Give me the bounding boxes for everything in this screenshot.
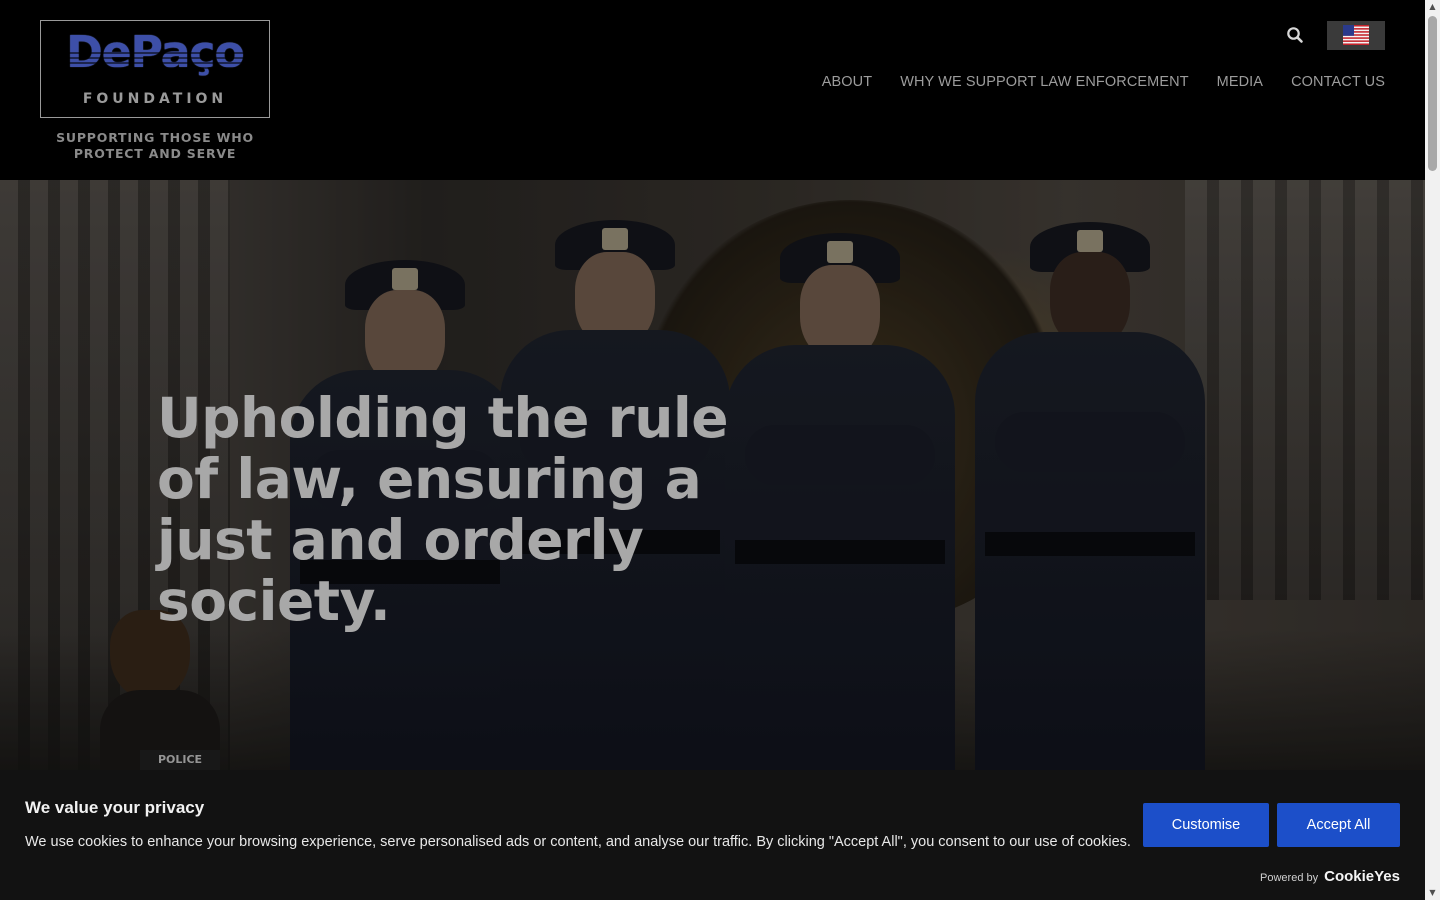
search-icon[interactable] (1284, 24, 1306, 46)
logo[interactable]: DePaço FOUNDATION (40, 20, 270, 118)
logo-subtitle: FOUNDATION (82, 91, 228, 107)
nav-item-about[interactable]: ABOUT (822, 74, 872, 90)
tagline: SUPPORTING THOSE WHO PROTECT AND SERVE (40, 130, 270, 162)
nav-item-media[interactable]: MEDIA (1217, 74, 1263, 90)
hero-title: Upholding the rule of law, ensuring a ju… (157, 386, 729, 633)
page-scrollbar[interactable]: ▲ ▼ (1425, 0, 1440, 900)
logo-name: DePaço (66, 27, 244, 78)
nav-item-why-we-support[interactable]: WHY WE SUPPORT LAW ENFORCEMENT (900, 74, 1188, 90)
language-selector[interactable] (1327, 21, 1385, 50)
powered-by[interactable]: Powered by CookieYes (1260, 868, 1400, 885)
site-header: DePaço FOUNDATION SUPPORTING THOSE WHO P… (0, 0, 1425, 180)
powered-by-label: Powered by (1260, 872, 1319, 884)
scroll-down-arrow-icon[interactable]: ▼ (1425, 886, 1440, 900)
accept-all-button[interactable]: Accept All (1277, 803, 1400, 847)
tagline-line-2: PROTECT AND SERVE (73, 146, 237, 161)
cookie-banner-text: We use cookies to enhance your browsing … (25, 834, 1131, 850)
scrollbar-thumb[interactable] (1428, 16, 1437, 171)
tagline-line-1: SUPPORTING THOSE WHO (56, 130, 254, 145)
scroll-up-arrow-icon[interactable]: ▲ (1425, 0, 1440, 14)
hero-section: POLICE Upholding the rule of law, ensuri… (0, 180, 1425, 770)
cookie-banner-title: We value your privacy (25, 798, 205, 817)
cookie-banner: We value your privacy We use cookies to … (0, 770, 1425, 900)
us-flag-icon (1343, 25, 1369, 45)
page: DePaço FOUNDATION SUPPORTING THOSE WHO P… (0, 0, 1440, 900)
customise-button[interactable]: Customise (1143, 803, 1269, 847)
cookieyes-logo: CookieYes (1324, 868, 1400, 885)
main-nav: ABOUT WHY WE SUPPORT LAW ENFORCEMENT MED… (822, 74, 1385, 90)
nav-item-contact-us[interactable]: CONTACT US (1291, 74, 1385, 90)
